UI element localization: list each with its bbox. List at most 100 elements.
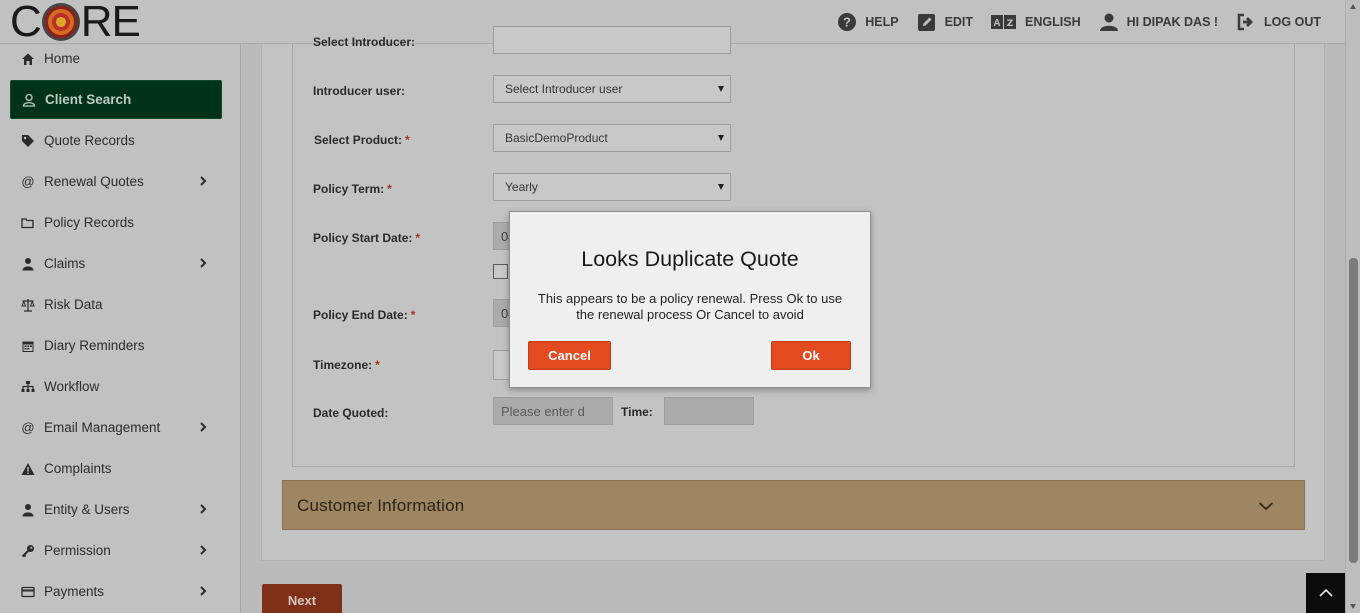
- sidebar-item-permission[interactable]: Permission: [10, 531, 222, 570]
- select-product-dropdown[interactable]: BasicDemoProduct: [493, 124, 731, 152]
- select-introducer-label: Select Introducer:: [313, 35, 416, 49]
- tag-icon: [20, 133, 36, 149]
- select-product-label: Select Product: *: [314, 133, 410, 147]
- dropdown-arrow-icon: [718, 184, 724, 190]
- user-icon: [20, 256, 36, 272]
- user-menu[interactable]: HI DIPAK DAS !: [1099, 12, 1218, 32]
- date-quoted-label: Date Quoted:: [313, 406, 389, 420]
- select-introducer-dropdown[interactable]: [493, 26, 731, 54]
- logo-letter-c: C: [10, 0, 42, 46]
- timezone-label: Timezone: *: [313, 358, 380, 372]
- date-quoted-input[interactable]: Please enter d: [493, 397, 613, 425]
- sidebar-item-label: Permission: [44, 543, 111, 558]
- chevron-right-icon: [200, 586, 207, 596]
- dialog-message: This appears to be a policy renewal. Pre…: [537, 291, 843, 322]
- scale-icon: [20, 297, 36, 313]
- sidebar-item-entity-users[interactable]: Entity & Users: [10, 490, 222, 529]
- help-label: HELP: [865, 15, 899, 29]
- sidebar-item-label: Payments: [44, 584, 105, 599]
- back-to-top-button[interactable]: [1306, 573, 1345, 613]
- chevron-right-icon: [200, 258, 207, 268]
- logo-text: C RE: [10, 0, 141, 46]
- policy-start-date-label: Policy Start Date: *: [313, 231, 421, 245]
- chevron-right-icon: [200, 176, 207, 186]
- policy-term-dropdown[interactable]: Yearly: [493, 173, 731, 201]
- sidebar-item-quote-records[interactable]: Quote Records: [10, 121, 222, 160]
- language-selector[interactable]: AZ ENGLISH: [991, 12, 1081, 32]
- time-input[interactable]: [664, 397, 754, 425]
- page-scrollbar[interactable]: [1345, 0, 1360, 613]
- edit-label: EDIT: [944, 15, 974, 29]
- ok-button[interactable]: Ok: [771, 341, 851, 370]
- chevron-down-icon: [1258, 502, 1274, 511]
- logout-label: LOG OUT: [1264, 15, 1321, 29]
- sidebar-item-label: Renewal Quotes: [44, 174, 144, 189]
- sidebar-item-label: Diary Reminders: [44, 338, 145, 353]
- scroll-down-arrow-icon[interactable]: [1350, 604, 1356, 609]
- sidebar-item-risk-data[interactable]: Risk Data: [10, 285, 222, 324]
- user-outline-icon: [21, 92, 37, 108]
- sidebar-item-label: Risk Data: [44, 297, 103, 312]
- introducer-user-dropdown[interactable]: Select Introducer user: [493, 75, 731, 103]
- sidebar-item-claims[interactable]: Claims: [10, 244, 222, 283]
- customer-information-accordion[interactable]: Customer Information: [282, 480, 1305, 530]
- policy-term-value: Yearly: [505, 180, 538, 194]
- cancel-button[interactable]: Cancel: [528, 341, 611, 370]
- duplicate-quote-dialog: Looks Duplicate Quote This appears to be…: [509, 211, 871, 388]
- introducer-user-label: Introducer user:: [313, 84, 406, 98]
- sidebar-item-diary-reminders[interactable]: Diary Reminders: [10, 326, 222, 365]
- logout-icon: [1237, 13, 1254, 31]
- next-button[interactable]: Next: [262, 584, 342, 613]
- sidebar-item-label: Quote Records: [44, 133, 135, 148]
- core-logo[interactable]: C RE: [10, 0, 141, 46]
- logo-target-icon: [41, 3, 80, 41]
- chevron-right-icon: [200, 545, 207, 555]
- sidebar-item-renewal-quotes[interactable]: @ Renewal Quotes: [10, 162, 222, 201]
- chevron-right-icon: [200, 504, 207, 514]
- language-label: ENGLISH: [1025, 15, 1081, 29]
- scroll-thumb[interactable]: [1349, 258, 1358, 563]
- sidebar: Home Client Search Quote Records @ Renew…: [0, 44, 241, 613]
- svg-text:?: ?: [843, 15, 851, 30]
- at-icon: @: [21, 174, 35, 189]
- sidebar-item-label: Client Search: [45, 92, 132, 107]
- sidebar-item-label: Complaints: [44, 461, 112, 476]
- chevron-right-icon: [200, 422, 207, 432]
- logout-link[interactable]: LOG OUT: [1236, 12, 1321, 32]
- sidebar-item-home[interactable]: Home: [10, 44, 222, 78]
- user-icon: [1099, 13, 1118, 31]
- policy-term-label: Policy Term: *: [313, 182, 392, 196]
- at-icon: @: [21, 420, 35, 435]
- sidebar-item-label: Claims: [44, 256, 86, 271]
- user-greeting: HI DIPAK DAS !: [1126, 15, 1219, 29]
- policy-end-date-label: Policy End Date: *: [313, 308, 416, 322]
- sidebar-item-workflow[interactable]: Workflow: [10, 367, 222, 406]
- sitemap-icon: [20, 379, 36, 395]
- edit-link[interactable]: EDIT: [917, 12, 973, 32]
- sidebar-item-client-search[interactable]: Client Search: [10, 80, 222, 119]
- key-icon: [20, 543, 36, 559]
- introducer-user-value: Select Introducer user: [505, 82, 623, 96]
- sidebar-item-policy-records[interactable]: Policy Records: [10, 203, 222, 242]
- dialog-title: Looks Duplicate Quote: [581, 247, 799, 271]
- sidebar-item-label: Workflow: [44, 379, 100, 394]
- chevron-up-icon: [1318, 588, 1333, 597]
- dropdown-arrow-icon: [718, 86, 724, 92]
- svg-text:Z: Z: [1007, 19, 1014, 29]
- home-icon: [20, 51, 36, 67]
- accordion-title: Customer Information: [297, 496, 465, 515]
- sidebar-item-payments[interactable]: Payments: [10, 572, 222, 611]
- sidebar-item-email-management[interactable]: @ Email Management: [10, 408, 222, 447]
- sidebar-item-label: Home: [44, 51, 81, 66]
- scroll-up-arrow-icon[interactable]: [1350, 4, 1356, 9]
- sidebar-item-complaints[interactable]: Complaints: [10, 449, 222, 488]
- sidebar-item-label: Policy Records: [44, 215, 135, 230]
- policy-start-checkbox[interactable]: [493, 264, 508, 279]
- help-link[interactable]: ? HELP: [837, 12, 899, 32]
- calendar-icon: [20, 338, 36, 354]
- sidebar-item-label: Entity & Users: [44, 502, 130, 517]
- language-icon: AZ: [991, 15, 1017, 29]
- select-product-value: BasicDemoProduct: [505, 131, 608, 145]
- sidebar-item-label: Email Management: [44, 420, 161, 435]
- logo-letters-re: RE: [80, 0, 141, 46]
